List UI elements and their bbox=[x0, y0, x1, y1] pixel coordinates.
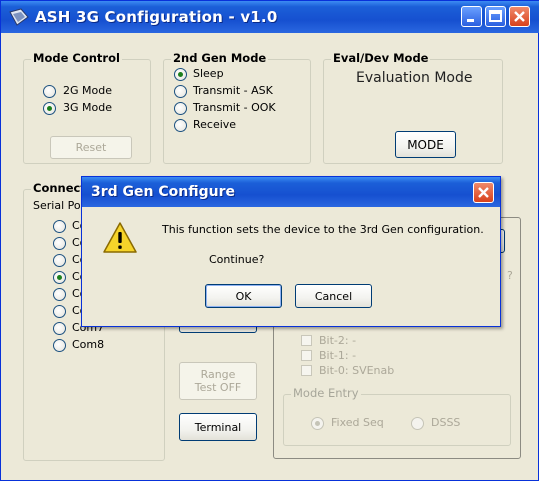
dialog-title: 3rd Gen Configure bbox=[91, 184, 235, 200]
connection-label: Connect bbox=[31, 181, 88, 195]
checkbox-bit-0-label: Bit-0: SVEnab bbox=[319, 364, 395, 377]
radio-port-6[interactable] bbox=[53, 305, 66, 318]
radio-port-com8-label: Com8 bbox=[72, 338, 105, 351]
radio-2g-mode-label: 2G Mode bbox=[63, 84, 112, 97]
radio-fixed-seq[interactable] bbox=[311, 417, 324, 430]
radio-dsss[interactable] bbox=[411, 417, 424, 430]
radio-sleep-label: Sleep bbox=[193, 67, 224, 80]
radio-3g-mode-label: 3G Mode bbox=[63, 101, 112, 114]
cancel-button[interactable]: Cancel bbox=[295, 284, 372, 308]
window-title: ASH 3G Configuration - v1.0 bbox=[35, 8, 278, 26]
checkbox-bit-2[interactable] bbox=[301, 335, 312, 346]
dialog-message: This function sets the device to the 3rd… bbox=[162, 223, 484, 236]
checkbox-bit-2-label: Bit-2: - bbox=[319, 334, 357, 347]
checkbox-bit-1[interactable] bbox=[301, 350, 312, 361]
radio-port-com7[interactable] bbox=[53, 322, 66, 335]
serial-port-label: Serial Po bbox=[33, 199, 81, 212]
checkbox-bit-0[interactable] bbox=[301, 365, 312, 376]
maximize-icon bbox=[489, 10, 502, 22]
radio-sleep[interactable] bbox=[174, 68, 187, 81]
minimize-icon bbox=[467, 19, 474, 22]
minimize-button[interactable] bbox=[461, 6, 482, 27]
confirm-dialog: 3rd Gen Configure This function sets the… bbox=[81, 176, 501, 327]
maximize-button[interactable] bbox=[485, 6, 506, 27]
mode-control-label: Mode Control bbox=[31, 51, 122, 65]
partial-question-text: ? bbox=[507, 269, 513, 282]
radio-port-3[interactable] bbox=[53, 254, 66, 267]
radio-port-5[interactable] bbox=[53, 288, 66, 301]
terminal-button[interactable]: Terminal bbox=[179, 413, 257, 441]
dialog-question: Continue? bbox=[209, 253, 265, 266]
radio-2g-mode[interactable] bbox=[43, 85, 56, 98]
checkbox-bit-1-label: Bit-1: - bbox=[319, 349, 357, 362]
close-icon bbox=[514, 11, 525, 22]
eval-mode-label: Eval/Dev Mode bbox=[331, 51, 431, 65]
radio-port-1[interactable] bbox=[53, 220, 66, 233]
main-window: ASH 3G Configuration - v1.0 Mode Control… bbox=[0, 0, 539, 481]
radio-transmit-ask[interactable] bbox=[174, 85, 187, 98]
dialog-close-button[interactable] bbox=[473, 182, 494, 203]
close-icon bbox=[478, 187, 489, 198]
ok-button[interactable]: OK bbox=[205, 284, 282, 308]
title-bar[interactable]: ASH 3G Configuration - v1.0 bbox=[1, 1, 539, 33]
radio-port-com8[interactable] bbox=[53, 339, 66, 352]
radio-receive[interactable] bbox=[174, 119, 187, 132]
radio-transmit-ook[interactable] bbox=[174, 102, 187, 115]
dialog-title-bar[interactable]: 3rd Gen Configure bbox=[82, 177, 500, 207]
radio-port-2[interactable] bbox=[53, 237, 66, 250]
range-test-button[interactable]: Range Test OFF bbox=[179, 362, 257, 400]
eval-mode-value: Evaluation Mode bbox=[356, 70, 473, 86]
range-test-label: Range Test OFF bbox=[194, 368, 242, 394]
reset-button[interactable]: Reset bbox=[50, 136, 132, 159]
radio-port-4[interactable] bbox=[53, 271, 66, 284]
radio-3g-mode[interactable] bbox=[43, 102, 56, 115]
gen2-mode-label: 2nd Gen Mode bbox=[171, 51, 269, 65]
radio-receive-label: Receive bbox=[193, 118, 237, 131]
app-icon bbox=[9, 8, 29, 26]
mode-entry-label: Mode Entry bbox=[291, 386, 361, 400]
close-button[interactable] bbox=[509, 6, 530, 27]
radio-dsss-label: DSSS bbox=[431, 416, 461, 429]
mode-button[interactable]: MODE bbox=[395, 131, 456, 158]
radio-fixed-seq-label: Fixed Seq bbox=[331, 416, 384, 429]
warning-icon bbox=[103, 222, 137, 253]
radio-transmit-ook-label: Transmit - OOK bbox=[193, 101, 276, 114]
radio-transmit-ask-label: Transmit - ASK bbox=[193, 84, 273, 97]
